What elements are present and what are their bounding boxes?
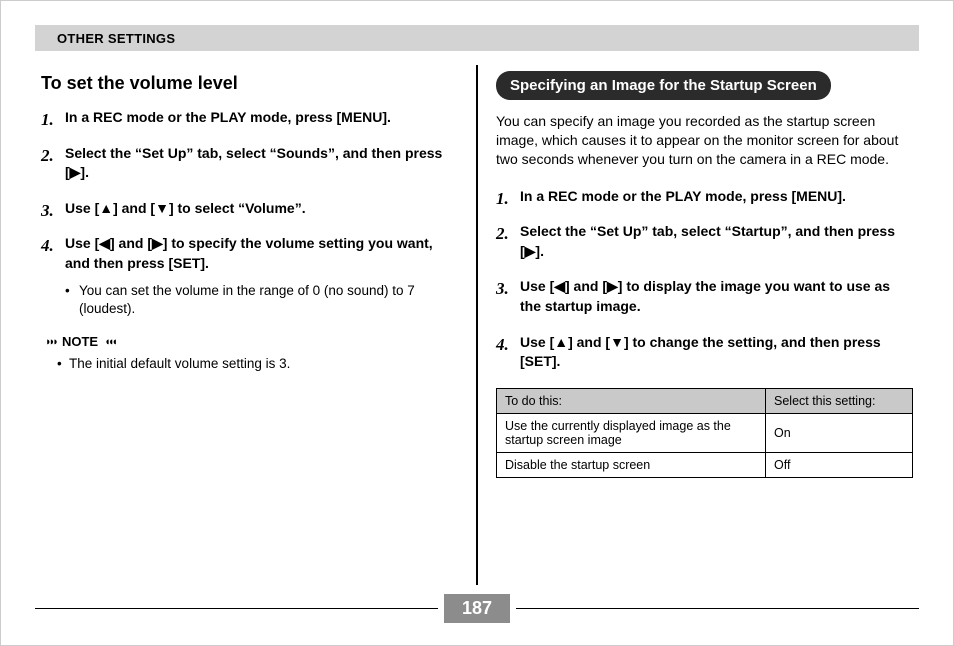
note-heading: ◗◗◗ NOTE ◖◖◖ — [45, 334, 458, 349]
table-cell-setting: Off — [766, 452, 913, 477]
left-title: To set the volume level — [41, 73, 458, 94]
right-intro: You can specify an image you recorded as… — [496, 112, 913, 169]
table-cell-setting: On — [766, 413, 913, 452]
two-column-layout: To set the volume level 1.In a REC mode … — [35, 65, 919, 585]
step-text: Select the “Set Up” tab, select “Startup… — [520, 223, 895, 259]
right-pill-heading: Specifying an Image for the Startup Scre… — [496, 71, 831, 100]
step-text: In a REC mode or the PLAY mode, press [M… — [520, 188, 846, 204]
step-text: Use [▲] and [▼] to change the setting, a… — [520, 334, 881, 370]
section-header: OTHER SETTINGS — [35, 25, 919, 51]
step-text: Use [◀] and [▶] to display the image you… — [520, 278, 890, 314]
step-1: 1.In a REC mode or the PLAY mode, press … — [496, 187, 913, 207]
section-header-text: OTHER SETTINGS — [57, 31, 175, 46]
manual-page: OTHER SETTINGS To set the volume level 1… — [0, 0, 954, 646]
note-body: The initial default volume setting is 3. — [41, 355, 458, 373]
table-head-action: To do this: — [497, 388, 766, 413]
note-deco-right-icon: ◖◖◖ — [104, 336, 115, 348]
step-4: 4.Use [▲] and [▼] to change the setting,… — [496, 333, 913, 372]
footer-rule-right — [516, 608, 919, 609]
left-column: To set the volume level 1.In a REC mode … — [35, 65, 476, 585]
step-3: 3.Use [◀] and [▶] to display the image y… — [496, 277, 913, 316]
table-header-row: To do this: Select this setting: — [497, 388, 913, 413]
left-steps: 1.In a REC mode or the PLAY mode, press … — [41, 108, 458, 318]
footer-rule-left — [35, 608, 438, 609]
step-4-note: You can set the volume in the range of 0… — [65, 282, 458, 318]
step-text: Use [◀] and [▶] to specify the volume se… — [65, 235, 433, 271]
step-text: In a REC mode or the PLAY mode, press [M… — [65, 109, 391, 125]
step-3: 3.Use [▲] and [▼] to select “Volume”. — [41, 199, 458, 219]
note-deco-left-icon: ◗◗◗ — [45, 336, 56, 348]
step-1: 1.In a REC mode or the PLAY mode, press … — [41, 108, 458, 128]
step-2: 2.Select the “Set Up” tab, select “Start… — [496, 222, 913, 261]
right-steps: 1.In a REC mode or the PLAY mode, press … — [496, 187, 913, 372]
step-2: 2.Select the “Set Up” tab, select “Sound… — [41, 144, 458, 183]
settings-table: To do this: Select this setting: Use the… — [496, 388, 913, 478]
table-row: Disable the startup screen Off — [497, 452, 913, 477]
page-footer: 187 — [35, 593, 919, 623]
step-text: Select the “Set Up” tab, select “Sounds”… — [65, 145, 442, 181]
page-number: 187 — [444, 594, 510, 623]
step-4: 4.Use [◀] and [▶] to specify the volume … — [41, 234, 458, 318]
table-head-setting: Select this setting: — [766, 388, 913, 413]
table-row: Use the currently displayed image as the… — [497, 413, 913, 452]
note-label: NOTE — [62, 334, 98, 349]
table-cell-action: Disable the startup screen — [497, 452, 766, 477]
table-cell-action: Use the currently displayed image as the… — [497, 413, 766, 452]
right-column: Specifying an Image for the Startup Scre… — [478, 65, 919, 585]
step-text: Use [▲] and [▼] to select “Volume”. — [65, 200, 306, 216]
